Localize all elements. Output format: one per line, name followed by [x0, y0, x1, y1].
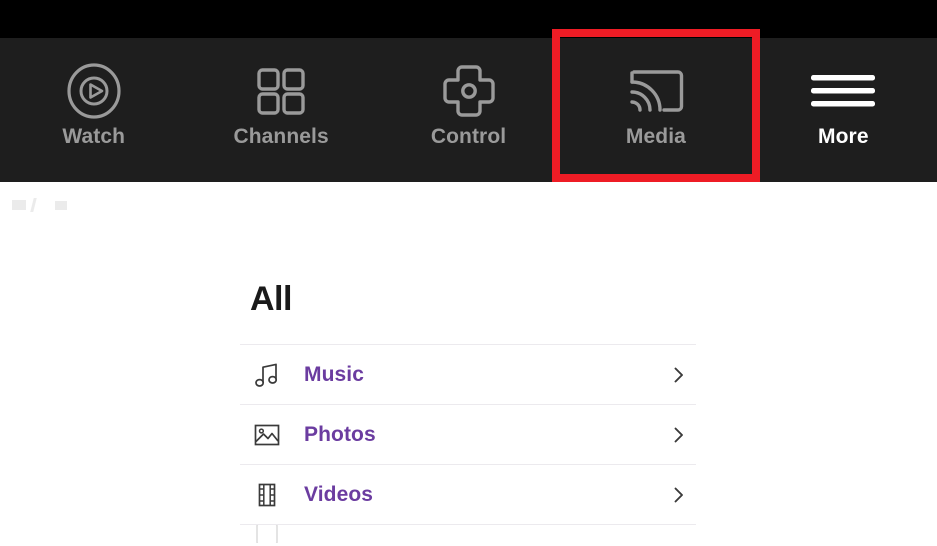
nav-item-watch[interactable]: Watch — [0, 38, 187, 182]
clipped-row-icon — [250, 525, 284, 543]
play-circle-icon — [65, 60, 123, 122]
chevron-right-icon — [668, 424, 690, 446]
list-item-music[interactable]: Music — [240, 345, 696, 405]
nav-item-media[interactable]: Media — [562, 38, 749, 182]
nav-label-media: Media — [625, 125, 686, 148]
nav-label-watch: Watch — [62, 125, 126, 148]
nav-item-channels[interactable]: Channels — [187, 38, 374, 182]
media-content-area: All Music Photos Videos — [0, 182, 937, 546]
film-strip-icon — [250, 478, 284, 512]
nav-item-control[interactable]: Control — [375, 38, 562, 182]
photo-icon — [250, 418, 284, 452]
dpad-icon — [439, 60, 499, 122]
clipped-artifact-marks — [12, 196, 92, 214]
list-item-videos[interactable]: Videos — [240, 465, 696, 525]
cast-icon — [626, 60, 686, 122]
music-note-icon — [250, 358, 284, 392]
nav-label-control: Control — [430, 125, 507, 148]
page-title: All — [250, 280, 292, 318]
list-item-photos[interactable]: Photos — [240, 405, 696, 465]
primary-navigation-bar: Watch Channels Control Media More — [0, 38, 937, 182]
chevron-right-icon — [668, 484, 690, 506]
list-item-label-videos: Videos — [304, 482, 374, 506]
nav-item-more[interactable]: More — [750, 38, 937, 182]
nav-label-channels: Channels — [233, 125, 329, 148]
media-category-list: Music Photos Videos — [240, 344, 696, 543]
hamburger-icon — [808, 60, 878, 122]
status-bar-strip — [0, 0, 937, 38]
list-item-label-music: Music — [304, 362, 365, 386]
list-item-label-photos: Photos — [304, 422, 376, 446]
grid-icon — [252, 60, 310, 122]
list-item-partial-clipped[interactable] — [240, 525, 696, 543]
chevron-right-icon — [668, 364, 690, 386]
nav-label-more: More — [818, 125, 869, 148]
media-panel: All Music Photos Videos — [240, 182, 696, 543]
